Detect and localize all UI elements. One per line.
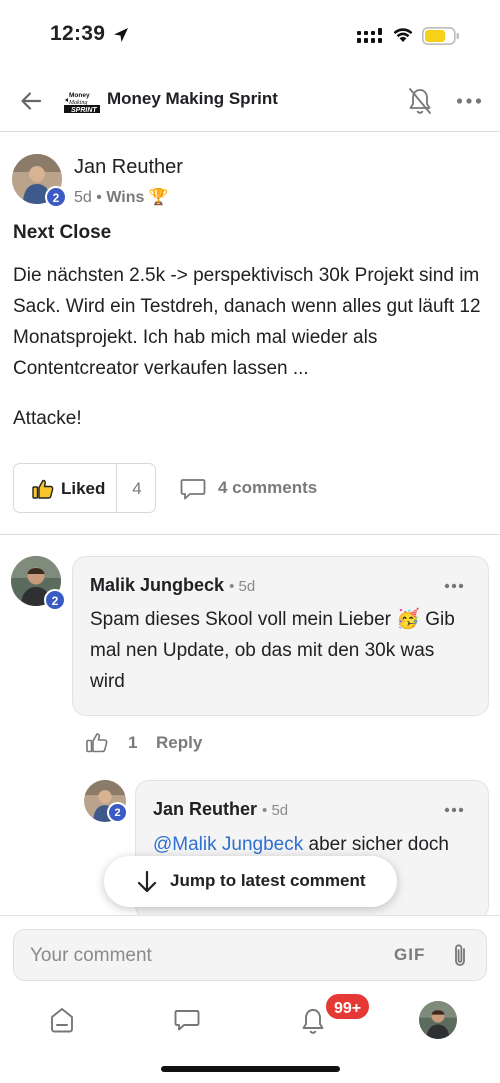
- svg-text:SPRINT: SPRINT: [71, 107, 97, 114]
- post-paragraph: Die nächsten 2.5k -> perspektivisch 30k …: [13, 265, 481, 379]
- comment-time: • 5d: [229, 578, 256, 595]
- trophy-icon: 🏆: [148, 189, 169, 206]
- comment-input-box: GIF: [13, 929, 487, 981]
- arrow-down-icon: [137, 870, 157, 893]
- home-icon[interactable]: [48, 1005, 76, 1035]
- post-meta: 5d • Wins 🏆: [74, 187, 169, 207]
- avatar-photo-icon: [419, 1001, 457, 1039]
- cellular-signal-icon: [357, 28, 382, 43]
- status-time: 12:39: [50, 22, 106, 45]
- location-arrow-icon: [114, 28, 128, 42]
- thumbs-up-filled-icon: [32, 479, 54, 499]
- post-title: Next Close: [13, 222, 112, 243]
- reply-level-badge: 2: [107, 802, 128, 823]
- battery-icon: [422, 27, 459, 45]
- comments-count-label: 4 comments: [218, 478, 318, 497]
- post-paragraph: Attacke!: [13, 408, 82, 429]
- author-level-badge: 2: [45, 186, 67, 208]
- reply-button[interactable]: Reply: [156, 733, 202, 753]
- like-button[interactable]: Liked: [14, 464, 117, 512]
- wifi-icon: [393, 28, 413, 42]
- group-logo-icon: Money Making SPRINT: [64, 92, 100, 114]
- more-options-icon[interactable]: [456, 97, 482, 105]
- status-bar: 12:39: [0, 0, 500, 72]
- commenter-level-badge: 2: [44, 589, 66, 611]
- post-author-name[interactable]: Jan Reuther: [74, 156, 183, 179]
- thumbs-up-icon[interactable]: [86, 732, 108, 753]
- svg-text:Money: Money: [69, 92, 90, 99]
- group-header: Money Making SPRINT Money Making Sprint: [0, 72, 500, 132]
- comment-author[interactable]: Malik Jungbeck • 5d: [90, 575, 255, 596]
- reply-text-body: aber sicher doch: [303, 834, 449, 855]
- reply-author[interactable]: Jan Reuther • 5d: [153, 799, 288, 820]
- notifications-bell-icon[interactable]: [299, 1005, 327, 1037]
- comment-like-count: 1: [128, 733, 138, 752]
- jump-label: Jump to latest comment: [170, 871, 366, 890]
- profile-avatar[interactable]: [419, 1001, 457, 1039]
- post-category[interactable]: Wins: [106, 189, 144, 206]
- home-indicator: [161, 1066, 340, 1072]
- bell-muted-icon[interactable]: [407, 86, 433, 116]
- comment-compose-area: GIF: [0, 915, 500, 995]
- post-body: Die nächsten 2.5k -> perspektivisch 30k …: [13, 260, 488, 434]
- reply-author-name[interactable]: Jan Reuther: [153, 799, 257, 819]
- meta-separator: •: [96, 189, 102, 206]
- post-time: 5d: [74, 189, 92, 206]
- like-control: Liked 4: [13, 463, 156, 513]
- chat-icon[interactable]: [172, 1005, 202, 1035]
- comment-author-name[interactable]: Malik Jungbeck: [90, 575, 224, 595]
- group-title[interactable]: Money Making Sprint: [107, 89, 278, 109]
- comment-more-icon[interactable]: [444, 583, 464, 589]
- gif-button[interactable]: GIF: [394, 945, 425, 965]
- comment-input[interactable]: [30, 942, 360, 970]
- back-arrow-icon[interactable]: [18, 88, 44, 114]
- comment-bubble: Malik Jungbeck • 5d Spam dieses Skool vo…: [72, 556, 489, 716]
- reply-time: • 5d: [262, 802, 289, 819]
- comment-actions: 1 Reply: [86, 732, 226, 756]
- paperclip-icon[interactable]: [451, 942, 469, 970]
- comment-bubble-icon: [180, 479, 206, 500]
- like-label: Liked: [61, 479, 106, 498]
- section-divider: [0, 534, 500, 535]
- user-mention[interactable]: @Malik Jungbeck: [153, 834, 303, 855]
- jump-to-latest-button[interactable]: Jump to latest comment: [104, 856, 397, 907]
- reply-more-icon[interactable]: [444, 807, 464, 813]
- comment-text: Spam dieses Skool voll mein Lieber 🥳 Gib…: [90, 609, 455, 692]
- like-count[interactable]: 4: [117, 479, 157, 499]
- notification-count-badge: 99+: [324, 992, 372, 1021]
